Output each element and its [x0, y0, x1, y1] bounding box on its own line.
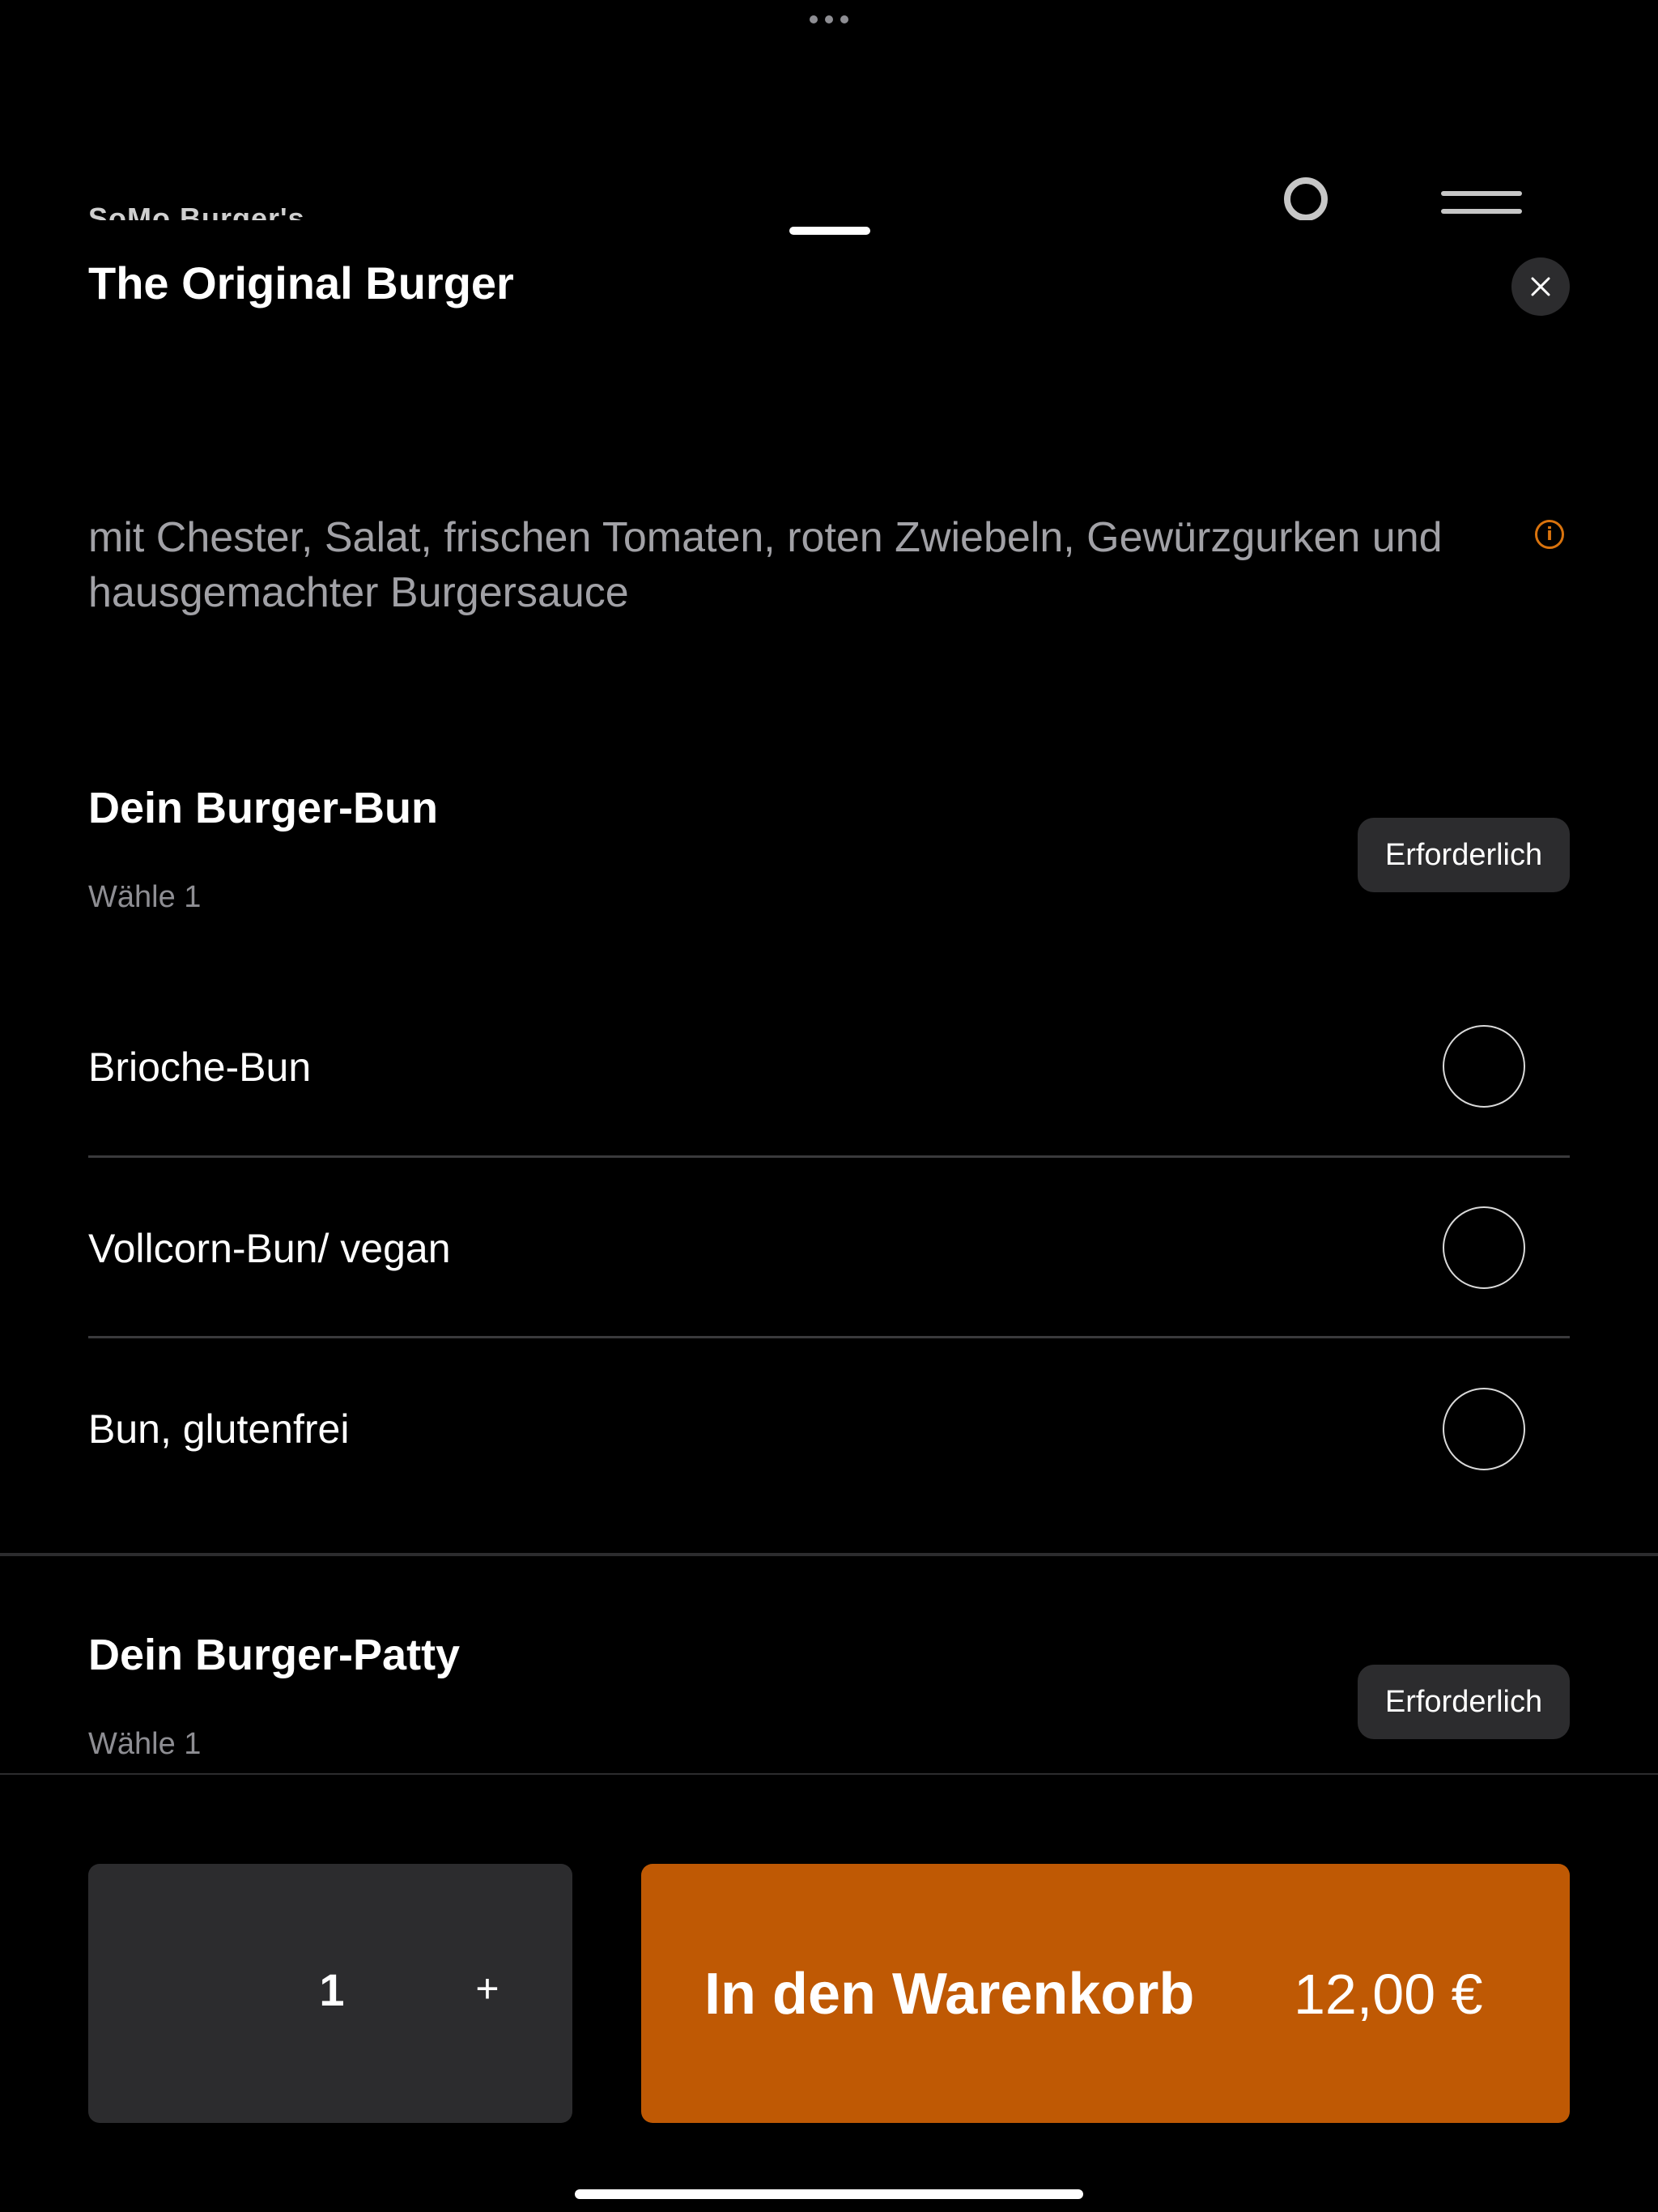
- more-dots-icon[interactable]: [810, 13, 848, 26]
- cart-price: 12,00 €: [1294, 1963, 1483, 2026]
- close-icon: [1531, 277, 1550, 296]
- home-indicator[interactable]: [575, 2189, 1083, 2199]
- option-divider: [88, 1336, 1570, 1338]
- dot: [810, 15, 818, 23]
- product-title: The Original Burger: [88, 257, 514, 308]
- option-label-brioche: Brioche-Bun: [88, 1044, 312, 1090]
- option-radio-glutenfrei[interactable]: [1443, 1388, 1525, 1470]
- close-button[interactable]: [1511, 257, 1570, 316]
- sheet-grabber[interactable]: [789, 227, 870, 235]
- brand-name: SoMo Burger's: [88, 202, 305, 222]
- section-subtitle-patty: Wähle 1: [88, 1727, 202, 1761]
- required-badge-bun: Erforderlich: [1358, 818, 1570, 892]
- increase-quantity-button[interactable]: +: [458, 1959, 517, 2018]
- option-radio-brioche[interactable]: [1443, 1025, 1525, 1108]
- section-subtitle-bun: Wähle 1: [88, 880, 202, 914]
- menu-line: [1441, 191, 1522, 196]
- account-ring-icon[interactable]: [1284, 177, 1328, 221]
- section-divider: [0, 1553, 1658, 1556]
- option-radio-vollcorn[interactable]: [1443, 1206, 1525, 1289]
- section-title-bun: Dein Burger-Bun: [88, 784, 438, 832]
- info-icon[interactable]: i: [1535, 520, 1564, 549]
- required-badge-patty: Erforderlich: [1358, 1665, 1570, 1739]
- menu-icon[interactable]: [1441, 191, 1522, 222]
- product-description: mit Chester, Salat, frischen Tomaten, ro…: [88, 514, 1443, 616]
- dot: [840, 15, 848, 23]
- option-label-glutenfrei: Bun, glutenfrei: [88, 1406, 350, 1452]
- option-label-vollcorn: Vollcorn-Bun/ vegan: [88, 1226, 451, 1271]
- menu-line: [1441, 209, 1522, 214]
- option-divider: [88, 1155, 1570, 1158]
- section-title-patty: Dein Burger-Patty: [88, 1631, 461, 1679]
- quantity-value: 1: [319, 1964, 345, 2015]
- add-to-cart-label: In den Warenkorb: [704, 1962, 1195, 2027]
- dot: [825, 15, 833, 23]
